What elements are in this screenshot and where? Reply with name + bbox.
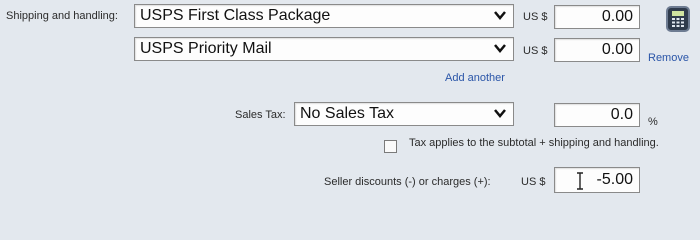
percent-symbol: %: [648, 116, 658, 128]
add-another-link[interactable]: Add another: [445, 72, 505, 84]
shipping-label: Shipping and handling:: [6, 10, 118, 22]
shipping-service-select-1[interactable]: USPS First Class Package: [134, 4, 514, 28]
tax-applies-label: Tax applies to the subtotal + shipping a…: [409, 137, 659, 149]
seller-discounts-input[interactable]: -5.00: [554, 167, 640, 193]
seller-discounts-currency: US $: [521, 176, 546, 188]
shipping-service-select-2[interactable]: USPS Priority Mail: [134, 37, 514, 61]
tax-applies-checkbox[interactable]: [384, 140, 397, 153]
shipping-amount-2-input[interactable]: 0.00: [554, 38, 640, 62]
shipping-service-1-value: USPS First Class Package: [140, 7, 331, 24]
seller-discounts-label: Seller discounts (-) or charges (+):: [324, 176, 491, 188]
remove-link[interactable]: Remove: [648, 52, 689, 64]
sales-tax-label: Sales Tax:: [235, 109, 286, 121]
sales-tax-rate-input[interactable]: 0.0: [554, 103, 640, 127]
text-cursor-icon: [577, 172, 583, 190]
shipping-service-2-value: USPS Priority Mail: [140, 40, 272, 57]
chevron-down-icon: [494, 44, 506, 53]
shipping-amount-1-input[interactable]: 0.00: [554, 5, 640, 29]
chevron-down-icon: [494, 11, 506, 20]
sales-tax-select[interactable]: No Sales Tax: [294, 102, 514, 126]
shipping-currency-2: US $: [523, 45, 548, 57]
chevron-down-icon: [494, 109, 506, 118]
calculator-icon[interactable]: [666, 6, 690, 32]
shipping-currency-1: US $: [523, 11, 548, 23]
sales-tax-value: No Sales Tax: [300, 105, 394, 122]
seller-discounts-value: -5.00: [596, 171, 633, 188]
